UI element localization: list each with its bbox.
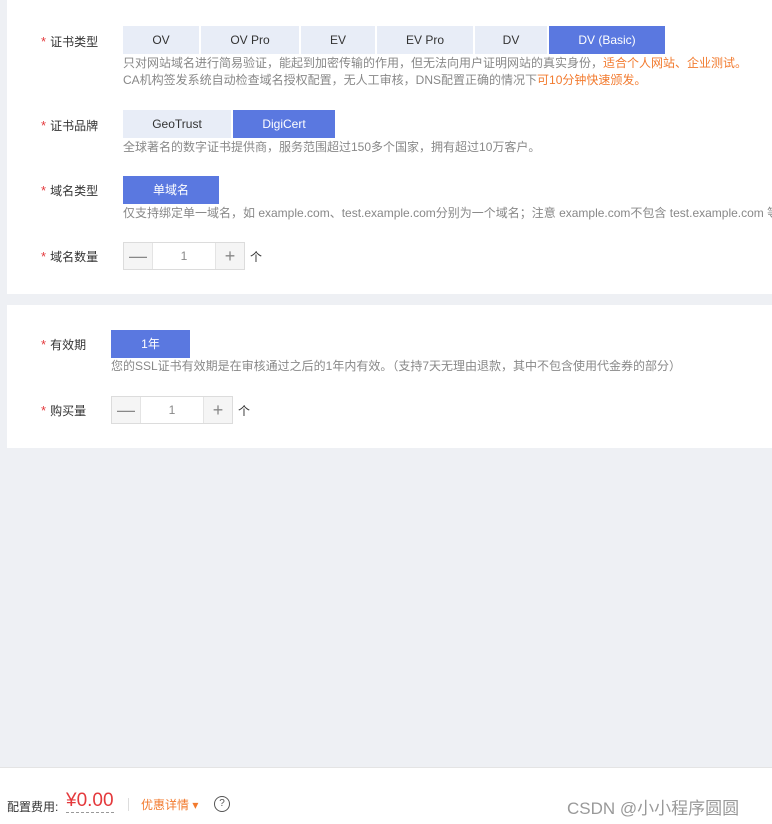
domain-count-unit: 个 [250, 250, 263, 264]
quantity-increment-button[interactable]: + [204, 397, 232, 423]
domain-count-decrement-button[interactable]: — [124, 243, 152, 269]
cert-type-option-ov[interactable]: OV [123, 26, 199, 54]
cert-type-option-ev-pro[interactable]: EV Pro [377, 26, 473, 54]
cert-brand-options: GeoTrust DigiCert [123, 110, 335, 138]
cert-type-hint-line2: CA机构签发系统自动检查域名授权配置，无人工审核，DNS配置正确的情况下可10分… [123, 73, 647, 87]
discount-details-link[interactable]: 优惠详情 ▾ [141, 796, 198, 813]
quantity-decrement-button[interactable]: — [112, 397, 140, 423]
required-asterisk: * [41, 337, 47, 352]
price-footer: 配置费用: ¥0.00 优惠详情 ▾ ? CSDN @小小程序圆圆 [0, 767, 772, 824]
config-card-main: * 证书类型 OV OV Pro EV EV Pro DV DV (Basic) … [7, 0, 772, 294]
help-icon[interactable]: ? [214, 796, 230, 812]
cert-brand-hint: 全球著名的数字证书提供商，服务范围超过150多个国家，拥有超过10万客户。 [123, 140, 541, 154]
cert-type-options: OV OV Pro EV EV Pro DV DV (Basic) [123, 26, 665, 54]
cert-brand-option-geotrust[interactable]: GeoTrust [123, 110, 231, 138]
domain-count-input[interactable]: 1 [152, 243, 216, 269]
watermark: CSDN @小小程序圆圆 [567, 799, 740, 818]
required-asterisk: * [41, 118, 47, 133]
cert-type-hint-line1: 只对网站域名进行简易验证，能起到加密传输的作用，但无法向用户证明网站的真实身份，… [123, 56, 748, 70]
cert-type-label: * 证书类型 [41, 34, 99, 49]
domain-count-increment-button[interactable]: + [216, 243, 244, 269]
fee-label: 配置费用: [7, 800, 59, 814]
domain-type-hint: 仅支持绑定单一域名，如 example.com、test.example.com… [123, 206, 772, 220]
quantity-stepper: — 1 + [111, 396, 233, 424]
required-asterisk: * [41, 183, 47, 198]
domain-count-stepper: — 1 + [123, 242, 245, 270]
domain-type-label: * 域名类型 [41, 183, 99, 198]
config-card-purchase: * 有效期 1年 您的SSL证书有效期是在审核通过之后的1年内有效。（支持7天无理… [7, 305, 772, 448]
cert-brand-option-digicert[interactable]: DigiCert [233, 110, 335, 138]
domain-count-label: * 域名数量 [41, 249, 99, 264]
cert-type-option-ov-pro[interactable]: OV Pro [201, 26, 299, 54]
domain-type-option-single[interactable]: 单域名 [123, 176, 219, 204]
validity-hint: 您的SSL证书有效期是在审核通过之后的1年内有效。（支持7天无理由退款，其中不包… [111, 359, 682, 373]
cert-type-option-dv[interactable]: DV [475, 26, 547, 54]
required-asterisk: * [41, 403, 47, 418]
validity-option-1-year[interactable]: 1年 [111, 330, 190, 358]
quantity-unit: 个 [238, 404, 251, 418]
price-value[interactable]: ¥0.00 [66, 790, 114, 813]
cert-type-option-dv-basic[interactable]: DV (Basic) [549, 26, 665, 54]
cert-brand-label: * 证书品牌 [41, 118, 99, 133]
validity-label: * 有效期 [41, 337, 87, 352]
domain-type-options: 单域名 [123, 176, 219, 204]
quantity-label: * 购买量 [41, 403, 87, 418]
validity-options: 1年 [111, 330, 190, 358]
cert-type-option-ev[interactable]: EV [301, 26, 375, 54]
required-asterisk: * [41, 34, 47, 49]
divider [128, 798, 129, 811]
quantity-input[interactable]: 1 [140, 397, 204, 423]
required-asterisk: * [41, 249, 47, 264]
